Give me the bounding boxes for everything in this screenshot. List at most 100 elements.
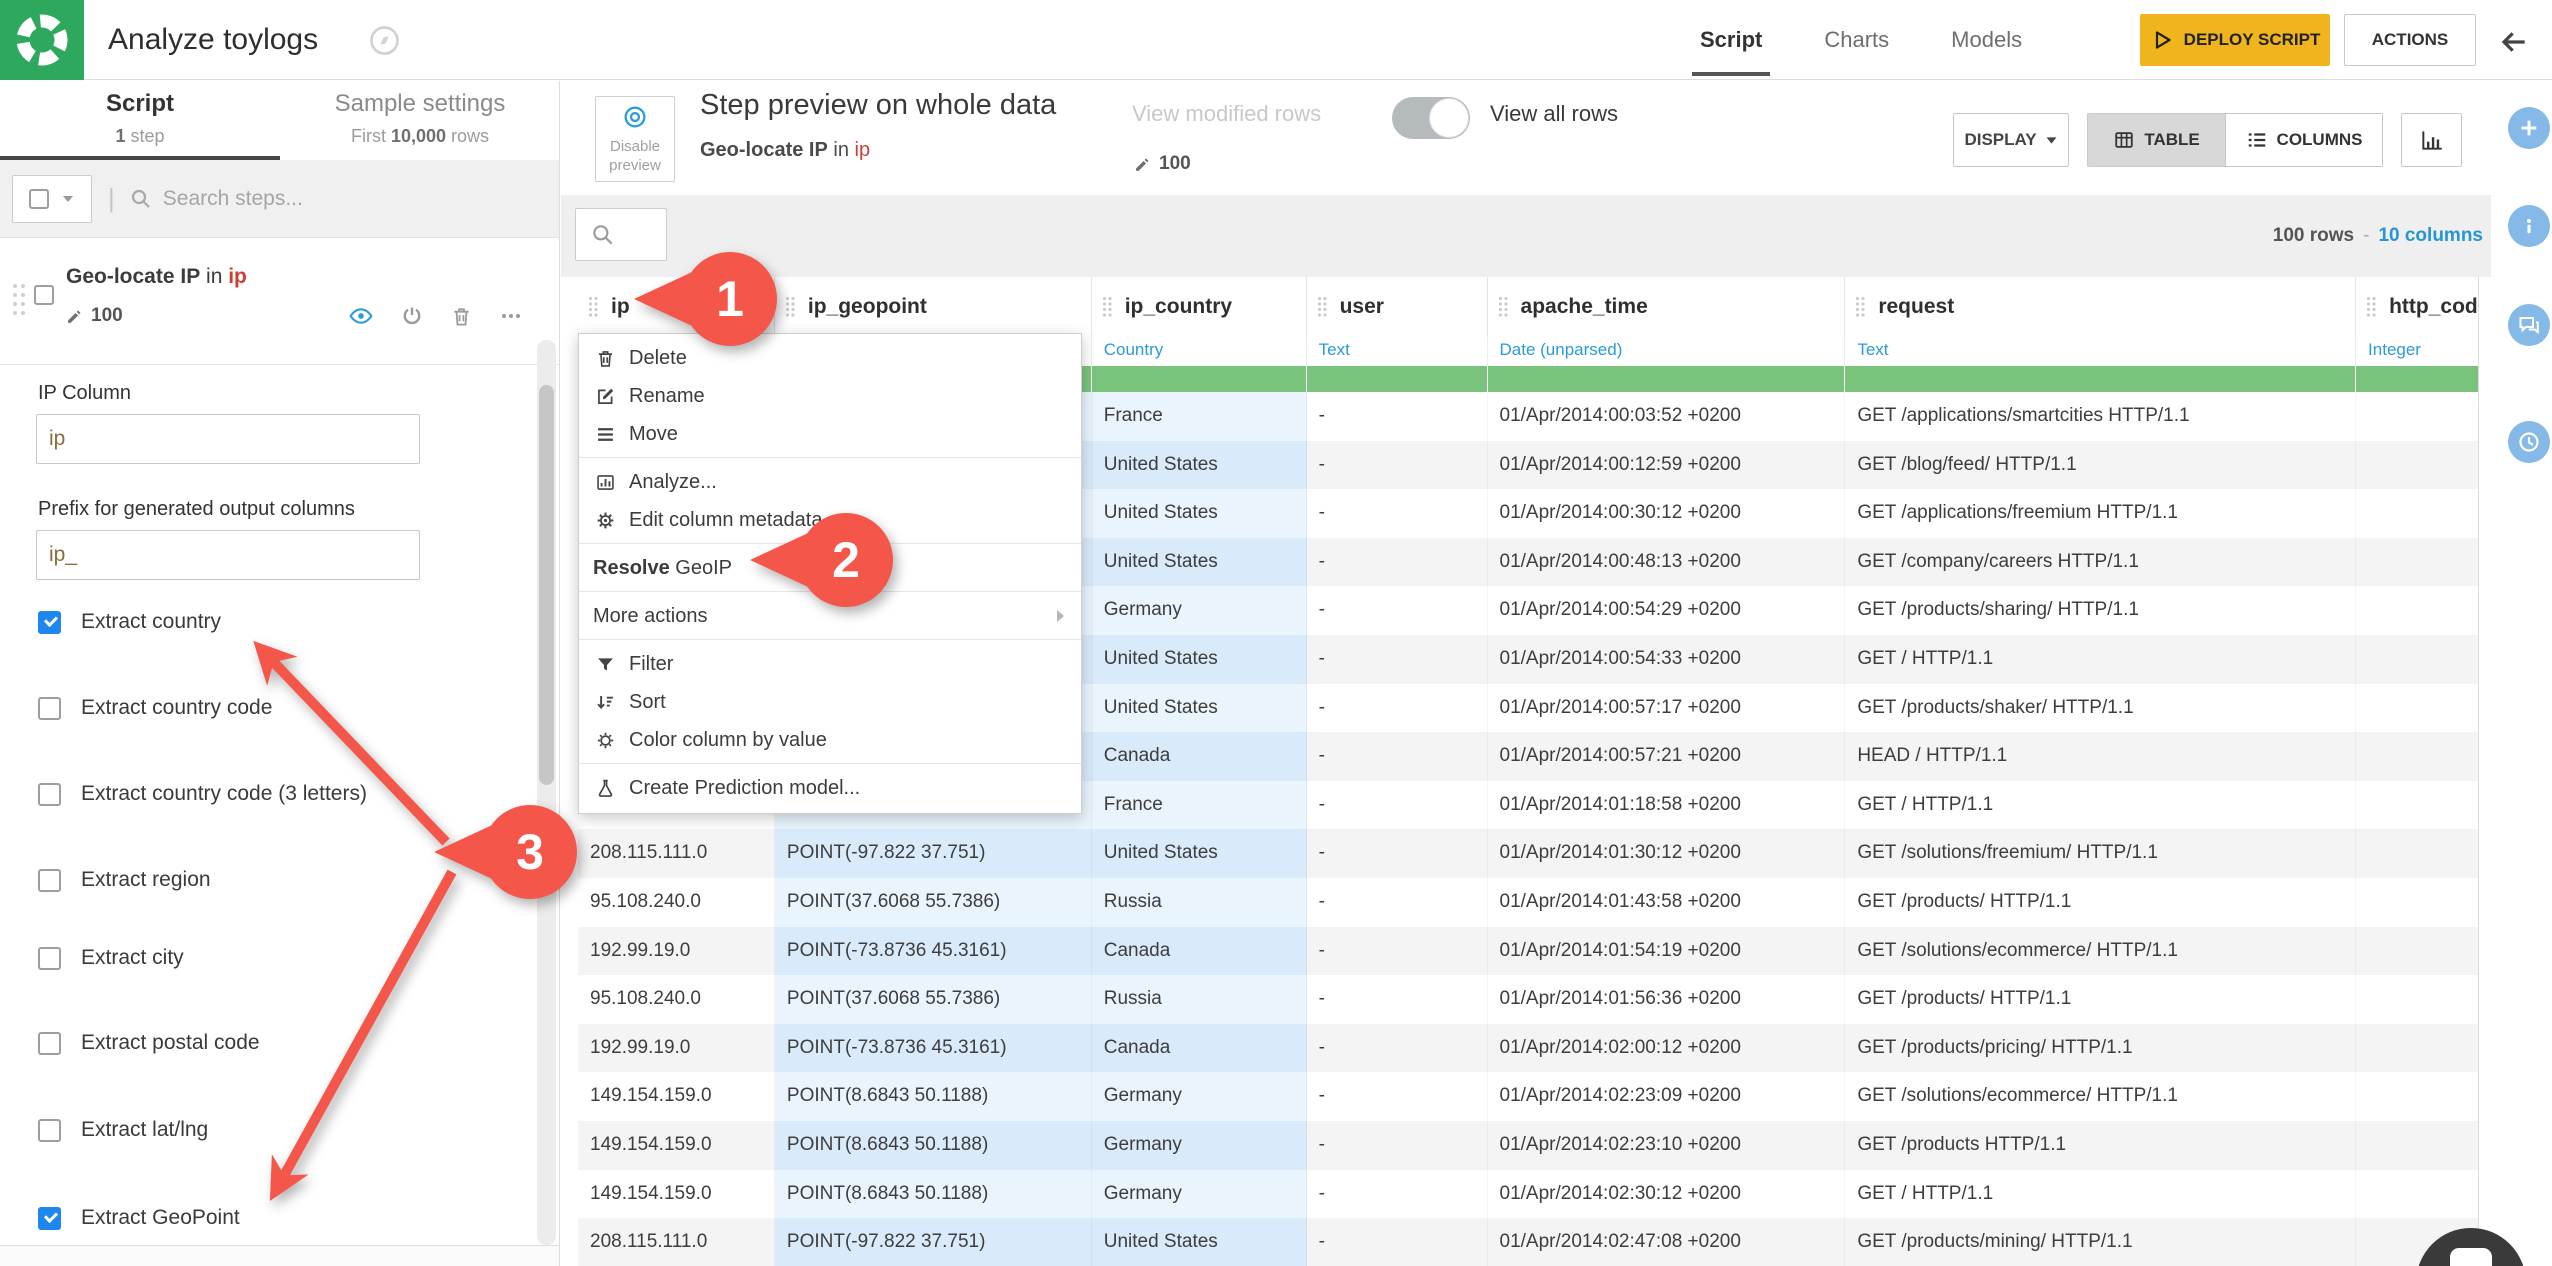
option-checkbox[interactable] (38, 1206, 61, 1230)
cell-user[interactable]: - (1307, 877, 1488, 927)
cell-ip-country[interactable]: France (1091, 780, 1307, 830)
disable-preview-button[interactable]: Disable preview (595, 96, 675, 182)
cell-ip[interactable]: 208.115.111.0 (578, 1218, 775, 1266)
menu-item[interactable]: More actions (579, 597, 1081, 640)
cell-apache-time[interactable]: 01/Apr/2014:00:48:13 +0200 (1487, 537, 1846, 587)
option-checkbox[interactable] (38, 946, 61, 970)
cell-http-code[interactable] (2356, 684, 2478, 733)
cell-ip[interactable]: 95.108.240.0 (578, 877, 775, 927)
cell-http-code[interactable] (2356, 878, 2478, 927)
cell-request[interactable]: GET /applications/freemium HTTP/1.1 (1845, 489, 2357, 538)
collapse-right-panel-icon[interactable] (2498, 26, 2530, 58)
cell-http-code[interactable] (2356, 1023, 2478, 1073)
cell-apache-time[interactable]: 01/Apr/2014:00:57:21 +0200 (1487, 732, 1846, 781)
extract-option-row[interactable]: Extract city (38, 943, 184, 973)
history-button[interactable] (2508, 421, 2550, 463)
cell-http-code[interactable] (2356, 440, 2478, 490)
deploy-script-button[interactable]: DEPLOY SCRIPT (2140, 14, 2330, 66)
cell-ip-country[interactable]: United States (1091, 683, 1307, 733)
cell-request[interactable]: GET /products/ HTTP/1.1 (1845, 975, 2357, 1024)
step-checkbox[interactable] (34, 285, 54, 305)
disable-step-icon[interactable] (400, 304, 424, 328)
cell-ip[interactable]: 192.99.19.0 (578, 926, 775, 976)
menu-item[interactable]: Sort (579, 683, 1081, 721)
column-meaning[interactable]: Country (1091, 337, 1307, 366)
menu-item[interactable]: Analyze... (579, 463, 1081, 501)
search-steps-input[interactable]: Search steps... (129, 187, 559, 211)
cell-request[interactable]: GET /company/careers HTTP/1.1 (1845, 537, 2357, 587)
cell-ip-country[interactable]: United States (1091, 440, 1307, 490)
cell-user[interactable]: - (1307, 780, 1488, 830)
cell-ip-geopoint[interactable]: POINT(-73.8736 45.3161) (774, 1023, 1092, 1073)
cell-apache-time[interactable]: 01/Apr/2014:01:18:58 +0200 (1488, 780, 1846, 830)
menu-item[interactable]: Delete (579, 339, 1081, 377)
cell-user[interactable]: - (1307, 683, 1488, 733)
cell-http-code[interactable] (2356, 781, 2478, 830)
extract-option-row[interactable]: Extract country code (38, 693, 272, 723)
cell-request[interactable]: GET /products/pricing/ HTTP/1.1 (1845, 1023, 2357, 1073)
display-dropdown-button[interactable]: DISPLAY (1953, 113, 2069, 167)
cell-ip-country[interactable]: United States (1091, 537, 1307, 587)
cell-apache-time[interactable]: 01/Apr/2014:00:57:17 +0200 (1488, 683, 1846, 733)
cell-user[interactable]: - (1307, 489, 1488, 538)
ip-column-field[interactable] (36, 414, 420, 464)
cell-ip-country[interactable]: Canada (1091, 926, 1307, 976)
cell-ip[interactable]: 149.154.159.0 (578, 1120, 775, 1170)
menu-item[interactable]: Resolve GeoIP (579, 549, 1081, 592)
cell-http-code[interactable] (2356, 829, 2478, 878)
cell-ip-geopoint[interactable]: POINT(-73.8736 45.3161) (774, 926, 1092, 976)
extract-option-row[interactable]: Extract country (38, 607, 221, 637)
cell-apache-time[interactable]: 01/Apr/2014:01:30:12 +0200 (1487, 829, 1846, 878)
cell-request[interactable]: GET /solutions/freemium/ HTTP/1.1 (1845, 829, 2357, 878)
panel-scrollbar-thumb[interactable] (539, 385, 554, 785)
option-checkbox[interactable] (38, 868, 61, 892)
more-options-icon[interactable] (499, 304, 523, 328)
columns-view-button[interactable]: COLUMNS (2225, 114, 2382, 166)
quick-chart-button[interactable] (2401, 113, 2462, 167)
menu-item[interactable]: Edit column metadata (579, 501, 1081, 544)
menu-item[interactable]: Create Prediction model... (579, 769, 1081, 807)
cell-request[interactable]: GET /products/shaker/ HTTP/1.1 (1845, 683, 2357, 733)
cell-user[interactable]: - (1306, 1120, 1488, 1170)
cell-request[interactable]: GET / HTTP/1.1 (1845, 780, 2357, 830)
cell-apache-time[interactable]: 01/Apr/2014:00:30:12 +0200 (1488, 489, 1846, 538)
cell-apache-time[interactable]: 01/Apr/2014:00:54:29 +0200 (1488, 586, 1846, 635)
cell-apache-time[interactable]: 01/Apr/2014:02:30:12 +0200 (1488, 1169, 1846, 1219)
header-tab[interactable]: Script (1691, 0, 1771, 80)
cell-user[interactable]: - (1306, 829, 1488, 878)
table-view-button[interactable]: TABLE (2088, 114, 2226, 166)
cell-http-code[interactable] (2356, 634, 2478, 684)
info-button[interactable] (2508, 205, 2550, 247)
extract-option-row[interactable]: Extract region (38, 865, 211, 895)
option-checkbox[interactable] (38, 696, 61, 720)
extract-option-row[interactable]: Extract country code (3 letters) (38, 779, 367, 809)
cell-user[interactable]: - (1306, 732, 1488, 781)
cell-user[interactable]: - (1307, 392, 1488, 441)
add-insight-button[interactable] (2508, 107, 2550, 149)
cell-apache-time[interactable]: 01/Apr/2014:02:00:12 +0200 (1487, 1023, 1846, 1073)
cell-http-code[interactable] (2356, 1072, 2478, 1121)
cell-ip-country[interactable]: Canada (1091, 1023, 1307, 1073)
cell-ip-country[interactable]: Canada (1091, 732, 1307, 781)
cell-ip-country[interactable]: Germany (1091, 586, 1307, 635)
cell-request[interactable]: GET /solutions/ecommerce/ HTTP/1.1 (1845, 1072, 2357, 1121)
cell-request[interactable]: GET /solutions/ecommerce/ HTTP/1.1 (1845, 926, 2357, 976)
option-checkbox[interactable] (38, 1031, 61, 1055)
cell-http-code[interactable] (2356, 975, 2478, 1024)
cell-apache-time[interactable]: 01/Apr/2014:02:23:10 +0200 (1487, 1120, 1846, 1170)
cell-ip-geopoint[interactable]: POINT(-97.822 37.751) (774, 829, 1092, 878)
cell-ip[interactable]: 95.108.240.0 (578, 975, 775, 1024)
cell-ip[interactable]: 192.99.19.0 (578, 1023, 775, 1073)
cell-user[interactable]: - (1307, 586, 1488, 635)
column-meaning[interactable]: Date (unparsed) (1487, 337, 1846, 366)
header-tab[interactable]: Charts (1824, 0, 1889, 80)
cell-http-code[interactable] (2356, 586, 2478, 635)
cell-ip-country[interactable]: United States (1091, 634, 1307, 684)
cell-request[interactable]: GET /products/mining/ HTTP/1.1 (1845, 1218, 2357, 1266)
drag-handle-icon[interactable] (12, 283, 26, 317)
cell-user[interactable]: - (1307, 1169, 1488, 1219)
cell-apache-time[interactable]: 01/Apr/2014:00:54:33 +0200 (1487, 634, 1846, 684)
column-header[interactable]: ip_geopoint (774, 277, 1092, 337)
cell-user[interactable]: - (1306, 1023, 1488, 1073)
select-steps-dropdown[interactable] (12, 174, 92, 223)
